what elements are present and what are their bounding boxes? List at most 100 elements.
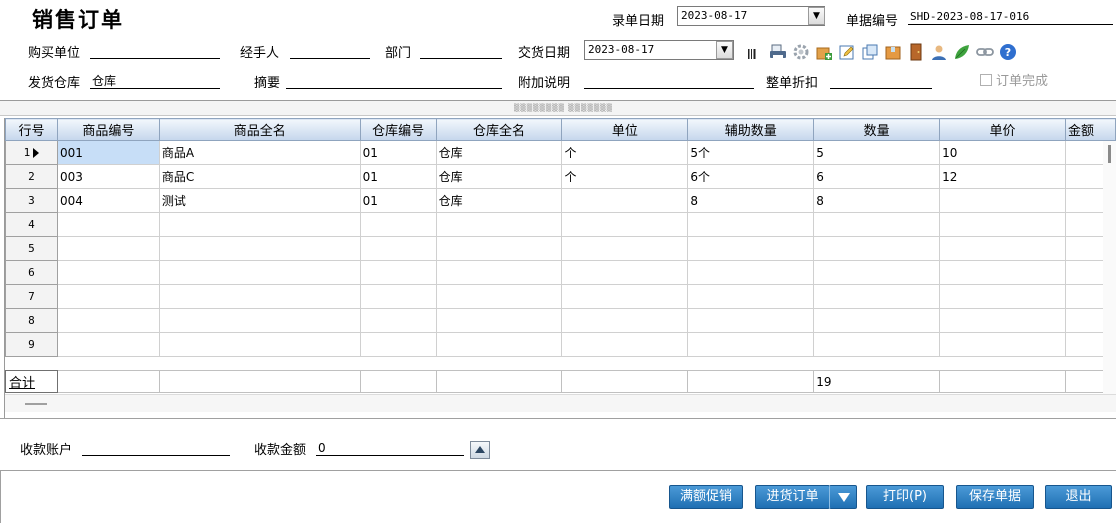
cell-unit[interactable] (561, 212, 689, 237)
cell-code[interactable] (56, 308, 160, 333)
vertical-scrollbar[interactable] (1103, 141, 1116, 394)
cell-unit[interactable] (561, 188, 689, 213)
cell-wh-name[interactable] (435, 260, 563, 285)
table-row[interactable]: 8 (5, 308, 1116, 333)
horizontal-scrollbar[interactable] (5, 394, 1116, 412)
cell-code[interactable] (56, 332, 160, 357)
cell-name[interactable] (158, 332, 361, 357)
buyer-field[interactable] (90, 43, 220, 59)
cell-wh-name[interactable]: 仓库 (435, 164, 563, 189)
warehouse-field[interactable]: 仓库 (90, 73, 220, 89)
cell-unit[interactable] (561, 308, 689, 333)
cell-price[interactable]: 10 (939, 140, 1066, 165)
cell-name[interactable] (158, 236, 361, 261)
cell-qty[interactable] (813, 332, 941, 357)
cell-wh-name[interactable]: 仓库 (435, 188, 563, 213)
discount-field[interactable] (830, 73, 932, 89)
order-complete-checkbox[interactable]: 订单完成 (980, 70, 1048, 89)
cell-wh-name[interactable] (435, 236, 563, 261)
import-icon[interactable] (815, 43, 833, 61)
link-icon[interactable] (976, 43, 994, 61)
dept-field[interactable] (420, 43, 502, 59)
table-row[interactable]: 1 001 商品A 01 仓库 个 5个 5 10 (5, 140, 1116, 165)
barcode-icon[interactable] (746, 43, 764, 61)
user-icon[interactable] (930, 43, 948, 61)
cell-aux-qty[interactable]: 8 (687, 188, 815, 213)
cell-wh-name[interactable]: 仓库 (435, 140, 563, 165)
cell-unit[interactable] (561, 236, 689, 261)
cell-qty[interactable] (813, 308, 941, 333)
cell-wh-code[interactable] (359, 260, 437, 285)
cell-unit[interactable] (561, 260, 689, 285)
print-preview-icon[interactable] (769, 43, 787, 61)
cell-wh-code[interactable] (359, 236, 437, 261)
cell-code[interactable] (56, 284, 160, 309)
cell-aux-qty[interactable] (687, 236, 815, 261)
cell-aux-qty[interactable] (687, 332, 815, 357)
cell-wh-code[interactable] (359, 332, 437, 357)
cell-name[interactable]: 测试 (158, 188, 361, 213)
collapse-panel-button[interactable] (470, 441, 490, 459)
cell-aux-qty[interactable] (687, 308, 815, 333)
delivery-date-dropdown-button[interactable]: ▼ (716, 41, 733, 59)
purchase-order-button[interactable]: 进货订单 (755, 485, 830, 509)
cell-wh-code[interactable]: 01 (359, 164, 437, 189)
col-header-amount[interactable]: 金额 (1064, 118, 1116, 141)
col-header-price[interactable]: 单价 (939, 118, 1066, 141)
table-row[interactable]: 2 003 商品C 01 仓库 个 6个 6 12 (5, 164, 1116, 189)
doc-no-field[interactable]: SHD-2023-08-17-016 (908, 9, 1113, 25)
table-row[interactable]: 5 (5, 236, 1116, 261)
delivery-date-field[interactable]: 2023-08-17 (584, 40, 734, 60)
cell-name[interactable]: 商品C (158, 164, 361, 189)
entry-date-field[interactable]: 2023-08-17 (677, 6, 825, 26)
col-header-unit[interactable]: 单位 (561, 118, 689, 141)
cell-code[interactable]: 001 (56, 140, 160, 165)
cell-price[interactable] (939, 332, 1066, 357)
cell-qty[interactable] (813, 212, 941, 237)
table-row[interactable]: 3 004 测试 01 仓库 8 8 (5, 188, 1116, 213)
cell-code[interactable] (56, 212, 160, 237)
cell-price[interactable] (939, 188, 1066, 213)
cell-wh-code[interactable] (359, 212, 437, 237)
handler-field[interactable] (290, 43, 370, 59)
col-header-wh-code[interactable]: 仓库编号 (359, 118, 437, 141)
door-icon[interactable] (907, 43, 925, 61)
cell-name[interactable] (158, 308, 361, 333)
cell-wh-name[interactable] (435, 332, 563, 357)
full-promo-button[interactable]: 满额促销 (669, 485, 743, 509)
entry-date-dropdown-button[interactable]: ▼ (808, 7, 825, 25)
cell-name[interactable] (158, 284, 361, 309)
cell-name[interactable] (158, 260, 361, 285)
cell-price[interactable] (939, 236, 1066, 261)
print-button[interactable]: 打印(P) (866, 485, 944, 509)
cell-qty[interactable] (813, 236, 941, 261)
cell-wh-code[interactable]: 01 (359, 188, 437, 213)
cell-qty[interactable] (813, 284, 941, 309)
note-field[interactable] (584, 73, 754, 89)
purchase-order-dropdown-button[interactable] (829, 485, 857, 509)
cell-wh-name[interactable] (435, 308, 563, 333)
amount-field[interactable]: 0 (316, 440, 464, 456)
cell-price[interactable] (939, 308, 1066, 333)
exit-button[interactable]: 退出 (1045, 485, 1112, 509)
horizontal-scroll-thumb[interactable] (25, 403, 47, 405)
col-header-code[interactable]: 商品编号 (56, 118, 160, 141)
cell-unit[interactable] (561, 332, 689, 357)
table-row[interactable]: 6 (5, 260, 1116, 285)
cell-unit[interactable]: 个 (561, 140, 689, 165)
cell-qty[interactable]: 5 (813, 140, 941, 165)
copy-icon[interactable] (861, 43, 879, 61)
settings-gear-icon[interactable] (792, 43, 810, 61)
cell-aux-qty[interactable]: 5个 (687, 140, 815, 165)
col-header-aux-qty[interactable]: 辅助数量 (687, 118, 815, 141)
cell-price[interactable] (939, 284, 1066, 309)
cell-price[interactable] (939, 260, 1066, 285)
cell-wh-name[interactable] (435, 284, 563, 309)
edit-icon[interactable] (838, 43, 856, 61)
cell-qty[interactable]: 8 (813, 188, 941, 213)
box-icon[interactable] (884, 43, 902, 61)
cell-wh-code[interactable] (359, 284, 437, 309)
table-row[interactable]: 4 (5, 212, 1116, 237)
table-row[interactable]: 9 (5, 332, 1116, 357)
save-button[interactable]: 保存单据 (956, 485, 1034, 509)
